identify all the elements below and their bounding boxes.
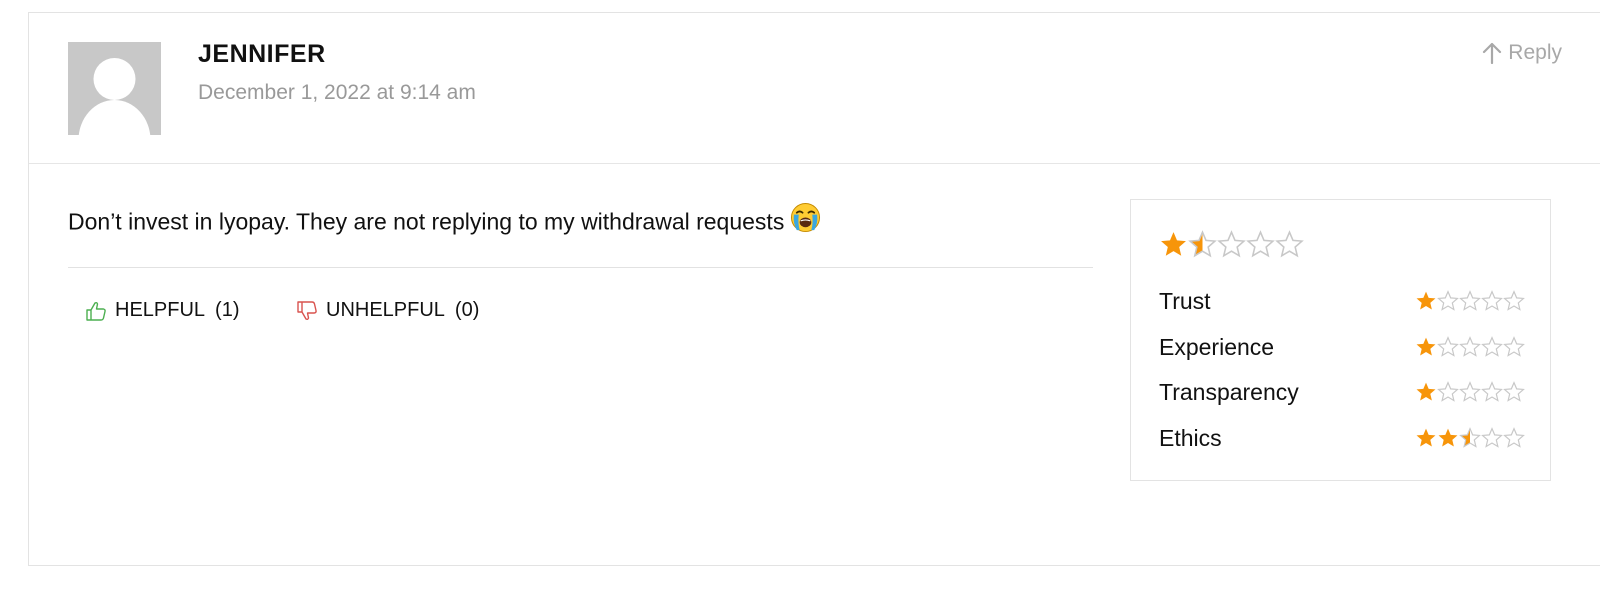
star-empty-icon [1503,427,1525,448]
star-filled-icon [1161,232,1186,256]
star-empty-icon [1275,230,1304,258]
review-card: JENNIFER December 1, 2022 at 9:14 am Rep… [28,12,1600,566]
star-filled-icon [1416,337,1436,356]
rating-stars [1415,336,1525,358]
unhelpful-count: (0) [454,299,480,321]
helpful-count: (1) [215,299,240,321]
star-empty-icon [1437,336,1459,357]
rating-label: Experience [1159,333,1275,360]
arrow-up-icon [1483,42,1502,64]
comment-text: Don’t invest in lyopay. They are not rep… [68,208,785,235]
reply-label: Reply [1508,41,1562,64]
star-empty-icon [1503,381,1525,402]
author-name: JENNIFER [198,40,326,68]
comment-body: Don’t invest in lyopay. They are not rep… [68,202,821,242]
rating-row-ethics: Ethics [1159,423,1525,453]
star-half-icon [1459,427,1481,448]
star-filled-icon [1438,428,1458,447]
review-header: JENNIFER December 1, 2022 at 9:14 am Rep… [29,13,1600,164]
rating-label: Ethics [1159,424,1222,451]
reply-button[interactable]: Reply [1482,41,1562,65]
rating-label: Transparency [1159,378,1299,405]
unhelpful-button[interactable]: UNHELPFUL (0) [296,299,479,322]
star-filled-icon [1416,428,1436,447]
star-empty-icon [1217,230,1246,258]
star-empty-icon [1246,230,1275,258]
comment-date: December 1, 2022 at 9:14 am [198,81,476,104]
star-empty-icon [1459,381,1481,402]
star-empty-icon [1481,336,1503,357]
rating-row-trust: Trust [1159,286,1525,316]
rating-stars [1415,290,1525,312]
avatar [68,42,161,135]
rating-row-experience: Experience [1159,332,1525,362]
thumbs-up-icon [86,301,106,321]
star-empty-icon [1459,290,1481,311]
loudly-crying-face-icon [790,202,821,239]
star-empty-icon [1459,336,1481,357]
unhelpful-label: UNHELPFUL [326,299,445,321]
helpful-label: HELPFUL [115,299,206,321]
star-filled-icon [1416,382,1436,401]
rating-row-transparency: Transparency [1159,377,1525,407]
star-empty-icon [1481,381,1503,402]
thumbs-down-icon [297,300,317,320]
star-empty-icon [1503,290,1525,311]
helpful-button[interactable]: HELPFUL (1) [85,299,239,322]
star-empty-icon [1481,427,1503,448]
star-filled-icon [1416,291,1436,310]
star-empty-icon [1437,290,1459,311]
rating-box: Trust Experience Transparency Ethics [1130,199,1551,481]
star-empty-icon [1481,290,1503,311]
star-half-icon [1188,230,1217,258]
user-placeholder-icon [68,42,161,135]
star-empty-icon [1503,336,1525,357]
overall-rating-stars [1159,230,1304,259]
star-empty-icon [1437,381,1459,402]
rating-stars [1415,427,1525,449]
rating-label: Trust [1159,287,1211,314]
rating-stars [1415,381,1525,403]
content-divider [68,267,1093,268]
